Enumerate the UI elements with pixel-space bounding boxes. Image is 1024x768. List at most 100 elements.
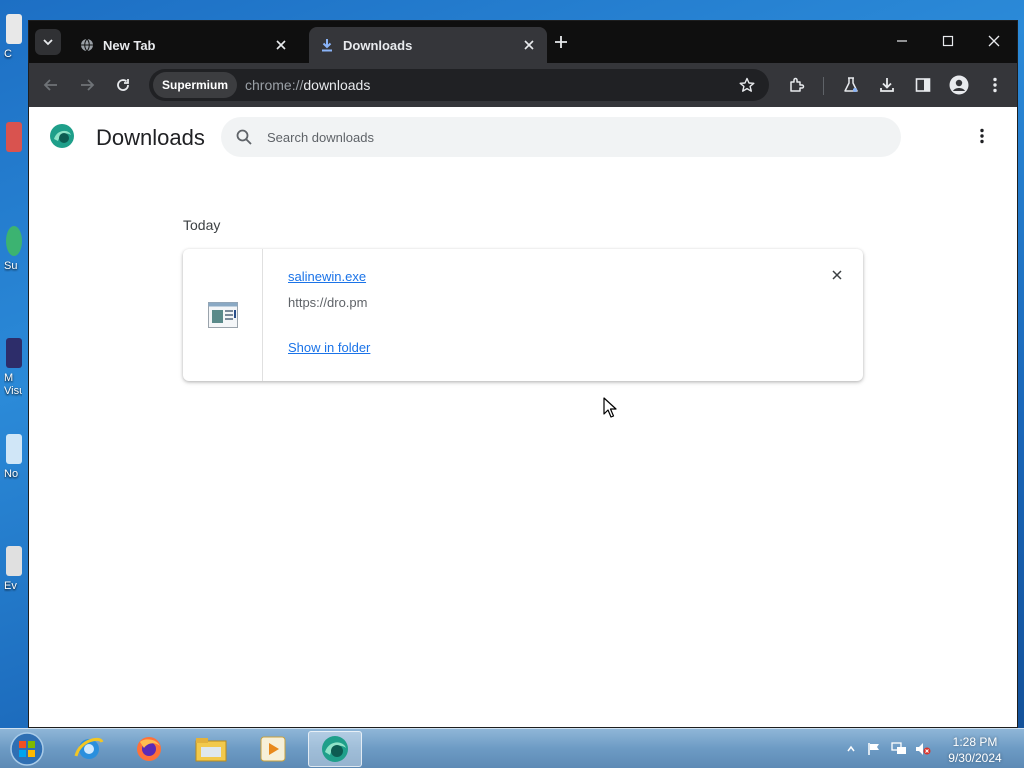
arrow-left-icon bbox=[43, 79, 57, 91]
desktop-icon-label: C bbox=[4, 48, 12, 60]
bookmark-button[interactable] bbox=[733, 71, 761, 99]
kebab-menu-icon bbox=[993, 77, 997, 93]
taskbar-firefox[interactable] bbox=[122, 731, 176, 767]
maximize-button[interactable] bbox=[925, 21, 971, 61]
desktop-icon-1[interactable]: C bbox=[0, 14, 22, 70]
flask-icon bbox=[844, 77, 858, 92]
desktop-icon-label: No bbox=[4, 468, 19, 480]
volume-muted-status[interactable] bbox=[915, 741, 931, 757]
recycle-bin-icon bbox=[6, 14, 22, 44]
download-source-url: https://dro.pm bbox=[288, 295, 368, 310]
mouse-cursor-icon bbox=[603, 397, 617, 418]
url-path: downloads bbox=[303, 77, 371, 93]
start-button[interactable] bbox=[8, 731, 46, 767]
puzzle-icon bbox=[790, 77, 805, 92]
minimize-button[interactable] bbox=[879, 21, 925, 61]
tab-search-button[interactable] bbox=[35, 29, 61, 55]
supermium-icon bbox=[322, 736, 348, 762]
action-center-flag[interactable] bbox=[866, 741, 882, 757]
close-tab-icon[interactable] bbox=[273, 37, 289, 53]
arrow-right-icon bbox=[81, 79, 95, 91]
file-icon-area bbox=[183, 249, 263, 381]
file-explorer-icon bbox=[195, 738, 227, 762]
globe-icon bbox=[79, 37, 95, 53]
desktop-icon-5[interactable]: No bbox=[0, 434, 22, 490]
side-panel-button[interactable] bbox=[909, 71, 937, 99]
site-chip[interactable]: Supermium bbox=[153, 72, 238, 98]
star-icon bbox=[739, 77, 755, 92]
event-viewer-icon bbox=[6, 546, 22, 576]
clock-date: 9/30/2024 bbox=[948, 751, 1002, 765]
close-tab-icon[interactable] bbox=[521, 37, 537, 53]
minimize-icon bbox=[897, 40, 907, 42]
remove-download-button[interactable] bbox=[827, 265, 847, 285]
media-player-icon bbox=[260, 736, 286, 762]
desktop-icon-2[interactable] bbox=[0, 122, 22, 178]
flag-icon bbox=[868, 743, 879, 755]
search-input[interactable] bbox=[267, 129, 867, 145]
desktop-icon-6[interactable]: Ev bbox=[0, 546, 22, 602]
tab-title: New Tab bbox=[103, 37, 156, 53]
desktop-icon-label: Su bbox=[4, 260, 18, 272]
browser-window: New Tab Downloads Supermium chrome://dow… bbox=[28, 20, 1018, 728]
desktop-icon-label: M Visu bbox=[4, 372, 22, 397]
tab-title: Downloads bbox=[343, 37, 413, 53]
close-window-button[interactable] bbox=[971, 21, 1017, 61]
forward-button[interactable] bbox=[73, 71, 101, 99]
system-clock[interactable]: 1:28 PM 9/30/2024 bbox=[940, 734, 1010, 766]
more-actions-button[interactable] bbox=[969, 123, 995, 149]
address-bar[interactable]: Supermium chrome://downloads bbox=[149, 69, 769, 101]
taskbar-supermium[interactable] bbox=[308, 731, 362, 767]
extensions-button[interactable] bbox=[783, 71, 811, 99]
downloads-page: Downloads Today bbox=[29, 107, 1017, 727]
search-icon bbox=[233, 126, 255, 148]
internet-explorer-icon bbox=[74, 737, 104, 759]
desktop-icon-4[interactable]: M Visu bbox=[0, 338, 22, 397]
tab-new-tab[interactable]: New Tab bbox=[69, 27, 299, 63]
close-icon bbox=[832, 270, 842, 280]
title-bar: New Tab Downloads bbox=[29, 21, 1017, 63]
desktop-icon-3[interactable]: Su bbox=[0, 226, 22, 282]
download-item-card: salinewin.exe https://dro.pm Show in fol… bbox=[183, 249, 863, 381]
side-panel-icon bbox=[915, 78, 931, 92]
new-tab-button[interactable] bbox=[549, 30, 573, 54]
kebab-menu-icon bbox=[980, 128, 984, 144]
chevron-up-icon bbox=[847, 745, 855, 752]
toolbar-divider bbox=[823, 77, 824, 95]
network-status[interactable] bbox=[891, 741, 907, 757]
url-text[interactable]: chrome://downloads bbox=[245, 77, 733, 93]
profile-button[interactable] bbox=[945, 71, 973, 99]
browser-toolbar: Supermium chrome://downloads bbox=[29, 63, 1017, 107]
chevron-down-icon bbox=[43, 39, 53, 46]
close-icon bbox=[988, 35, 1000, 47]
speaker-muted-icon bbox=[916, 743, 931, 755]
maximize-icon bbox=[942, 35, 954, 47]
network-icon bbox=[891, 742, 906, 754]
page-title: Downloads bbox=[96, 125, 205, 150]
show-in-folder-link[interactable]: Show in folder bbox=[288, 340, 370, 355]
taskbar-file-explorer[interactable] bbox=[184, 731, 238, 767]
desktop-icon-label: Ev bbox=[4, 580, 17, 592]
show-hidden-icons-button[interactable] bbox=[843, 741, 859, 757]
search-bar[interactable] bbox=[221, 117, 901, 157]
download-icon bbox=[319, 37, 335, 53]
clock-time: 1:28 PM bbox=[952, 735, 998, 749]
reload-icon bbox=[117, 79, 129, 91]
labs-button[interactable] bbox=[837, 71, 865, 99]
executable-file-icon bbox=[207, 302, 238, 328]
taskbar-internet-explorer[interactable] bbox=[62, 731, 116, 767]
date-section-label: Today bbox=[183, 217, 221, 233]
tab-downloads[interactable]: Downloads bbox=[309, 27, 547, 63]
download-file-name-link[interactable]: salinewin.exe bbox=[288, 269, 366, 284]
reload-button[interactable] bbox=[109, 71, 137, 99]
supermium-desktop-icon bbox=[6, 226, 22, 256]
firefox-icon bbox=[137, 737, 161, 761]
menu-button[interactable] bbox=[981, 71, 1009, 99]
back-button[interactable] bbox=[37, 71, 65, 99]
url-scheme: chrome:// bbox=[245, 77, 304, 93]
notepad-icon bbox=[6, 434, 22, 464]
downloads-button[interactable] bbox=[873, 71, 901, 99]
app-icon bbox=[6, 122, 22, 152]
taskbar-media-player[interactable] bbox=[246, 731, 300, 767]
taskbar: 1:28 PM 9/30/2024 bbox=[0, 728, 1024, 768]
